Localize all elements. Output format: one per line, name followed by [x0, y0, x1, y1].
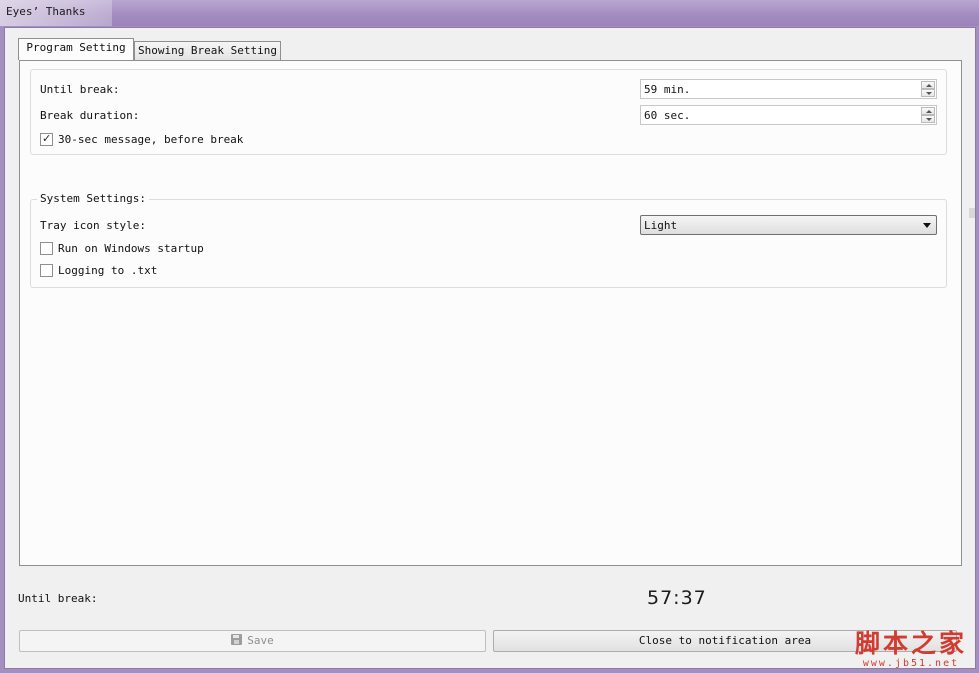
system-settings-group: System Settings: Tray icon style: Light … — [30, 192, 947, 288]
break-duration-spin-arrows — [921, 107, 935, 123]
tray-icon-style-value: Light — [644, 219, 678, 232]
run-on-startup-label: Run on Windows startup — [58, 242, 204, 255]
system-settings-title: System Settings: — [37, 192, 149, 205]
countdown-timer: 57:37 — [647, 587, 707, 609]
chevron-down-icon — [923, 223, 931, 228]
tab-program-setting-label: Program Setting — [26, 41, 126, 54]
tab-showing-break-setting-label: Showing Break Setting — [137, 44, 278, 57]
until-break-down-arrow-icon[interactable] — [921, 89, 935, 97]
break-duration-down-arrow-icon[interactable] — [921, 115, 935, 123]
watermark-main-text: 脚本之家 — [854, 629, 967, 658]
window-edge-handle — [969, 208, 975, 218]
break-duration-value: 60 sec. — [644, 109, 691, 122]
break-duration-spinbox[interactable]: 60 sec. — [640, 105, 937, 125]
status-until-break-label: Until break: — [18, 592, 98, 605]
message-before-break-label: 30-sec message, before break — [58, 133, 244, 146]
tab-panel-program-setting: Until break: 59 min. Break duration: 60 … — [19, 60, 962, 566]
main-window: Program Setting Showing Break Setting Un… — [4, 27, 976, 669]
break-duration-up-arrow-icon[interactable] — [921, 107, 935, 115]
floppy-disk-icon — [231, 634, 243, 645]
until-break-spin-arrows — [921, 81, 935, 97]
until-break-spinbox[interactable]: 59 min. — [640, 79, 937, 99]
until-break-label: Until break: — [40, 83, 120, 96]
site-watermark: 脚本之家 www.jb51.net — [855, 624, 967, 669]
until-break-value: 59 min. — [644, 83, 691, 96]
tray-icon-style-dropdown[interactable]: Light — [640, 215, 937, 235]
title-bar: Eyes’ Thanks — [0, 0, 979, 26]
window-title: Eyes’ Thanks — [6, 5, 86, 18]
until-break-up-arrow-icon[interactable] — [921, 81, 935, 89]
watermark-url: www.jb51.net — [862, 658, 960, 669]
logging-checkbox[interactable] — [40, 264, 53, 277]
logging-label: Logging to .txt — [58, 264, 158, 277]
close-to-notification-area-label: Close to notification area — [638, 634, 812, 647]
save-button[interactable]: Save — [19, 630, 486, 652]
break-duration-label: Break duration: — [40, 109, 140, 122]
tray-icon-style-label: Tray icon style: — [40, 219, 146, 232]
message-before-break-checkbox[interactable] — [40, 132, 53, 146]
run-on-startup-checkbox[interactable] — [40, 242, 53, 255]
break-settings-group: Until break: 59 min. Break duration: 60 … — [30, 69, 947, 155]
save-button-label: Save — [247, 634, 274, 647]
tab-program-setting[interactable]: Program Setting — [18, 38, 134, 60]
tab-showing-break-setting[interactable]: Showing Break Setting — [134, 41, 281, 60]
